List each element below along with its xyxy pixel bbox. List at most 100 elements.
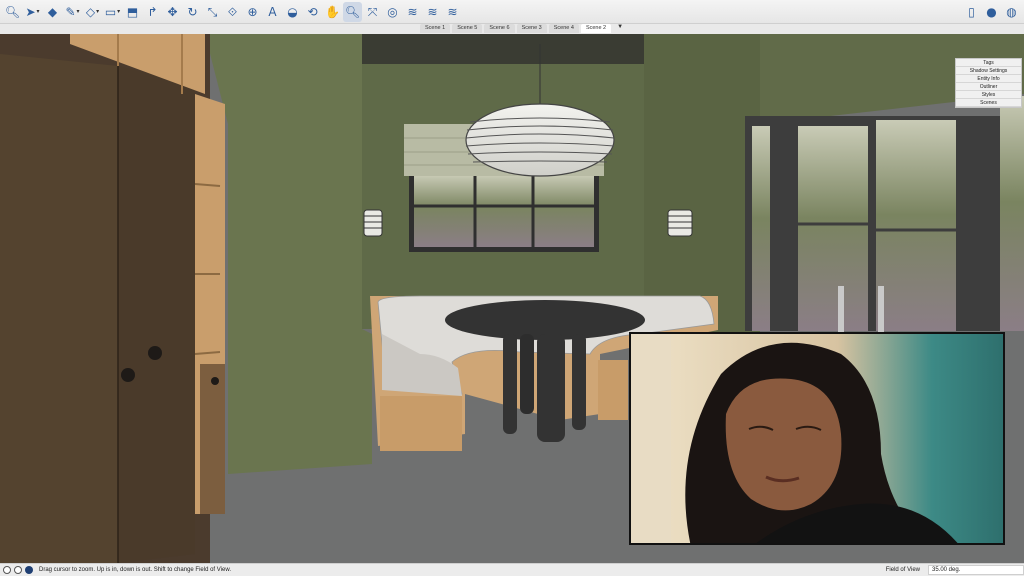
measurements-label: Field of View <box>885 567 920 573</box>
scene-tab[interactable]: Scene 1 <box>420 24 451 33</box>
cabinet-door-right <box>118 66 195 563</box>
pencil-tool[interactable]: ✎ ▾ <box>63 2 82 22</box>
status-bar: Drag cursor to zoom. Up is in, down is o… <box>0 563 1024 576</box>
zoom-extents-tool[interactable]: ⤧ <box>363 2 382 22</box>
orbit-icon: ⟲ <box>307 4 318 19</box>
push-pull-icon: ⬒ <box>126 4 139 19</box>
banquette-front-right <box>598 360 628 420</box>
document-icon[interactable]: ▯ <box>962 2 981 22</box>
move-icon: ✥ <box>167 4 178 19</box>
rectangle-icon: ▭ <box>104 4 117 19</box>
chevron-down-icon[interactable]: ▾ <box>37 8 40 15</box>
wall-sconce-right <box>667 209 693 237</box>
tray-panel-styles[interactable]: Styles <box>956 91 1021 99</box>
sketchup-window: 🔍︎ ➤ ▾ ◆ ✎ ▾ ◇ ▾ ▭ ▾ ⬒ ↱ ✥ ↻ ⤡ ⟐ ⊕ A ◒ ⟲ ✋ 🔍︎ ⤧ ◎ ≋ ≋ ≋ ▯ ● ◍ Scene … <box>0 0 1024 576</box>
scale-icon: ⤡ <box>207 4 218 19</box>
tape-measure-tool[interactable]: ⊕ <box>243 2 262 22</box>
warehouse-tool[interactable]: ◎ <box>383 2 402 22</box>
scale-tool[interactable]: ⤡ <box>203 2 222 22</box>
back-window-view <box>414 175 594 247</box>
paint-bucket-icon: ◒ <box>287 4 298 19</box>
wall-sconce-left <box>363 209 383 237</box>
move-tool[interactable]: ✥ <box>163 2 182 22</box>
follow-me-icon: ↱ <box>147 4 158 19</box>
scene-tab[interactable]: Scene 3 <box>516 24 547 33</box>
chevron-down-icon[interactable]: ▾ <box>96 8 99 15</box>
text-icon: A <box>268 4 277 19</box>
chevron-down-icon[interactable]: ▾ <box>77 8 80 15</box>
measurements-box: Field of View 35.00 deg. <box>886 564 1024 576</box>
eraser-tool[interactable]: ◆ <box>43 2 62 22</box>
scene-menu-icon[interactable]: ▼ <box>613 24 627 33</box>
cabinet-door-left <box>0 54 118 563</box>
scene-tab[interactable]: Scene 6 <box>484 24 515 33</box>
shape-icon: ◇ <box>85 4 96 19</box>
orbit-tool[interactable]: ⟲ <box>303 2 322 22</box>
layout-tool[interactable]: ≋ <box>423 2 442 22</box>
extension-tool[interactable]: ≋ <box>403 2 422 22</box>
layout-icon: ≋ <box>427 4 438 19</box>
status-message: Drag cursor to zoom. Up is in, down is o… <box>39 567 231 573</box>
tray-panel-scenes[interactable]: Scenes <box>956 99 1021 107</box>
info-icon[interactable] <box>3 566 11 574</box>
search-tool[interactable]: 🔍︎ <box>3 2 22 22</box>
user-icon[interactable]: ● <box>982 2 1001 22</box>
paint-bucket-tool[interactable]: ◒ <box>283 2 302 22</box>
search-icon: 🔍︎ <box>4 4 21 19</box>
table-pedestal <box>503 334 586 442</box>
patio-door-glass-2 <box>876 120 956 331</box>
zoom-extents-icon: ⤧ <box>367 4 378 19</box>
offset-tool[interactable]: ⟐ <box>223 2 242 22</box>
credits-icon[interactable] <box>25 566 33 574</box>
text-tool[interactable]: A <box>263 2 282 22</box>
tray-panel-shadow-settings[interactable]: Shadow Settings <box>956 67 1021 75</box>
shape-tool[interactable]: ◇ ▾ <box>83 2 102 22</box>
scene-tabs: Scene 1 Scene 5 Scene 6 Scene 3 Scene 4 Scene… <box>420 24 627 33</box>
rotate-tool[interactable]: ↻ <box>183 2 202 22</box>
patio-door-glass-1 <box>798 126 868 331</box>
warehouse-icon: ◎ <box>387 4 398 19</box>
rectangle-tool[interactable]: ▭ ▾ <box>103 2 122 22</box>
left-wall <box>205 34 372 474</box>
door-handle-right <box>878 286 884 336</box>
measurements-input[interactable]: 35.00 deg. <box>928 565 1024 575</box>
tape-measure-icon: ⊕ <box>247 4 258 19</box>
webcam-overlay <box>629 332 1005 545</box>
side-cabinet <box>200 364 225 514</box>
toolbar-right: ▯ ● ◍ <box>962 2 1022 22</box>
extension-icon: ≋ <box>407 4 418 19</box>
cabinet-knob-1 <box>148 346 162 360</box>
eraser-icon: ◆ <box>47 4 58 19</box>
geolocation-icon[interactable] <box>14 566 22 574</box>
follow-me-tool[interactable]: ↱ <box>143 2 162 22</box>
cabinet-knob-3 <box>211 377 219 385</box>
tray-panel-entity-info[interactable]: Entity Info <box>956 75 1021 83</box>
pencil-icon: ✎ <box>65 4 76 19</box>
door-handle-left <box>838 286 844 336</box>
main-toolbar: 🔍︎ ➤ ▾ ◆ ✎ ▾ ◇ ▾ ▭ ▾ ⬒ ↱ ✥ ↻ ⤡ ⟐ ⊕ A ◒ ⟲ ✋ 🔍︎ ⤧ ◎ ≋ ≋ ≋ ▯ ● ◍ <box>0 0 1024 24</box>
presenter-video <box>631 334 1003 543</box>
default-tray: Tags Shadow Settings Entity Info Outliner St… <box>955 58 1022 108</box>
zoom-icon: 🔍︎ <box>344 4 361 19</box>
rotate-icon: ↻ <box>187 4 198 19</box>
scene-tab[interactable]: Scene 2 <box>580 24 612 33</box>
select-arrow-tool[interactable]: ➤ ▾ <box>23 2 42 22</box>
pendant-lamp <box>465 103 615 177</box>
account-icon[interactable]: ◍ <box>1002 2 1021 22</box>
push-pull-tool[interactable]: ⬒ <box>123 2 142 22</box>
pan-tool[interactable]: ✋ <box>323 2 342 22</box>
offset-icon: ⟐ <box>227 4 238 19</box>
style-builder-tool[interactable]: ≋ <box>443 2 462 22</box>
chevron-down-icon[interactable]: ▾ <box>117 8 120 15</box>
tray-panel-tags[interactable]: Tags <box>956 59 1021 67</box>
cabinet-knob-2 <box>121 368 135 382</box>
tray-panel-outliner[interactable]: Outliner <box>956 83 1021 91</box>
select-arrow-icon: ➤ <box>25 4 36 19</box>
banquette-front-left <box>380 396 462 451</box>
scene-tab[interactable]: Scene 4 <box>548 24 579 33</box>
scene-tab[interactable]: Scene 5 <box>452 24 483 33</box>
pan-icon: ✋ <box>325 4 340 19</box>
style-builder-icon: ≋ <box>447 4 458 19</box>
zoom-tool[interactable]: 🔍︎ <box>343 1 362 22</box>
tool-row: 🔍︎ ➤ ▾ ◆ ✎ ▾ ◇ ▾ ▭ ▾ ⬒ ↱ ✥ ↻ ⤡ ⟐ ⊕ A ◒ ⟲ ✋ 🔍︎ ⤧ ◎ ≋ ≋ ≋ <box>3 1 463 22</box>
